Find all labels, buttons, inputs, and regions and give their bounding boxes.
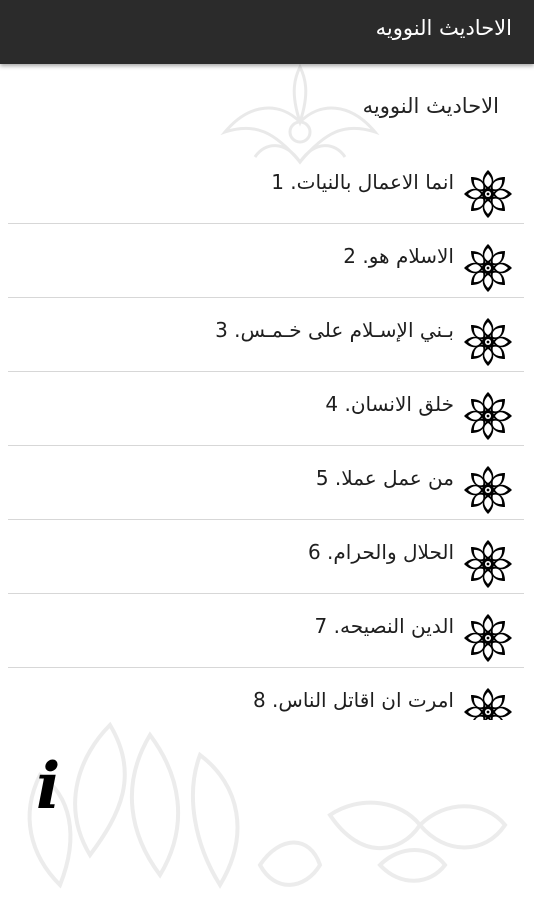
list-item-label: 5 .من عمل عملا bbox=[315, 466, 454, 490]
flower-ornament-icon bbox=[464, 540, 512, 588]
app-title: الاحاديث النوويه bbox=[375, 16, 512, 40]
list-item[interactable]: 6 .الحلال والحرام bbox=[8, 520, 524, 594]
list-item[interactable]: 1 .انما الاعمال بالنيات bbox=[8, 150, 524, 224]
list-item[interactable]: 4 .خلق الانسان bbox=[8, 372, 524, 446]
list-item[interactable]: 5 .من عمل عملا bbox=[8, 446, 524, 520]
list-item[interactable]: 2 .الاسلام هو bbox=[8, 224, 524, 298]
list-item[interactable]: 3 .بـني الإسـلام على خـمـس bbox=[8, 298, 524, 372]
list-item-label: 7 .الدين النصيحه bbox=[314, 614, 454, 638]
page-heading: الاحاديث النوويه bbox=[362, 94, 499, 118]
flower-ornament-icon bbox=[464, 392, 512, 440]
list-item[interactable]: 8 .امرت ان اقاتل الناس bbox=[8, 668, 524, 720]
flower-ornament-icon bbox=[464, 688, 512, 720]
content-area[interactable]: الاحاديث النوويه 1 .انما الاعمال بالنيات… bbox=[0, 64, 534, 720]
list-item[interactable]: 7 .الدين النصيحه bbox=[8, 594, 524, 668]
list-item-label: 2 .الاسلام هو bbox=[343, 244, 454, 268]
flower-ornament-icon bbox=[464, 244, 512, 292]
hadith-list[interactable]: 1 .انما الاعمال بالنيات 2 .الاسلام هو 3 … bbox=[0, 150, 534, 720]
flower-ornament-icon bbox=[464, 614, 512, 662]
flower-ornament-icon bbox=[464, 318, 512, 366]
info-button[interactable]: i bbox=[36, 752, 84, 822]
list-item-label: 8 .امرت ان اقاتل الناس bbox=[252, 688, 454, 712]
list-item-label: 6 .الحلال والحرام bbox=[307, 540, 454, 564]
flower-ornament-icon bbox=[464, 466, 512, 514]
list-item-label: 1 .انما الاعمال بالنيات bbox=[271, 170, 454, 194]
list-item-label: 4 .خلق الانسان bbox=[325, 392, 454, 416]
app-bar: الاحاديث النوويه bbox=[0, 0, 534, 64]
flower-ornament-icon bbox=[464, 170, 512, 218]
info-icon: i bbox=[36, 749, 61, 824]
list-item-label: 3 .بـني الإسـلام على خـمـس bbox=[215, 318, 454, 342]
